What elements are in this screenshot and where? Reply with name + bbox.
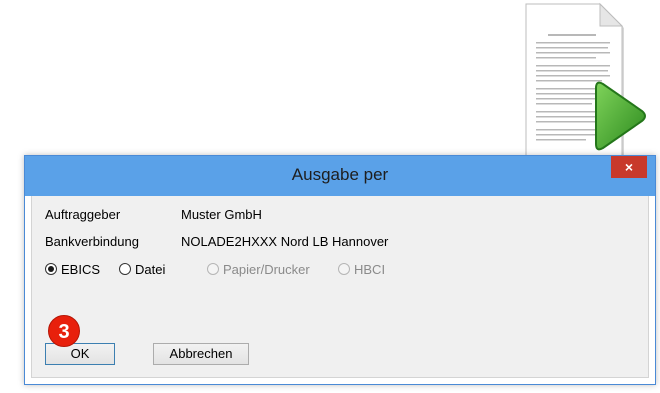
radio-datei-circle[interactable] <box>119 263 131 275</box>
radio-hbci-label: HBCI <box>354 261 386 277</box>
ausgabe-dialog: Ausgabe per × Auftraggeber Muster GmbH B… <box>24 155 656 385</box>
radio-hbci-circle <box>338 263 350 275</box>
radio-hbci: HBCI <box>338 259 385 279</box>
radio-papier-drucker-circle <box>207 263 219 275</box>
dialog-content: Auftraggeber Muster GmbH Bankverbindung … <box>31 196 649 378</box>
auftraggeber-label: Auftraggeber <box>45 207 121 222</box>
radio-ebics[interactable]: EBICS <box>45 259 100 279</box>
radio-datei-label: Datei <box>135 261 166 277</box>
dialog-titlebar[interactable]: Ausgabe per × <box>25 156 655 196</box>
bankverbindung-label: Bankverbindung <box>45 234 139 249</box>
radio-papier-drucker-label: Papier/Drucker <box>223 261 310 277</box>
dialog-title: Ausgabe per <box>291 165 389 184</box>
close-icon: × <box>624 159 634 175</box>
auftraggeber-value: Muster GmbH <box>181 207 262 222</box>
cancel-button[interactable]: Abbrechen <box>153 343 249 365</box>
radio-papier-drucker: Papier/Drucker <box>207 259 310 279</box>
bankverbindung-value: NOLADE2HXXX Nord LB Hannover <box>181 234 389 249</box>
radio-datei[interactable]: Datei <box>119 259 165 279</box>
radio-ebics-label: EBICS <box>61 261 101 277</box>
play-arrow-icon <box>595 81 646 151</box>
close-button[interactable]: × <box>611 156 647 178</box>
step-number-badge: 3 <box>48 315 80 347</box>
ok-button[interactable]: OK <box>45 343 115 365</box>
document-play-illustration <box>518 0 648 170</box>
radio-ebics-circle[interactable] <box>45 263 57 275</box>
output-method-radio-group: EBICS Datei Papier/Drucker HBCI <box>45 259 625 279</box>
